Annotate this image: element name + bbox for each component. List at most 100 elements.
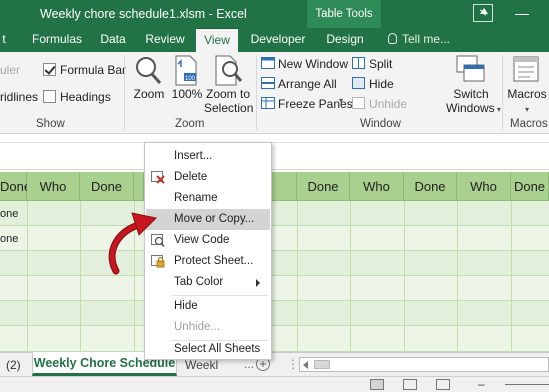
- menu-item-protect-sheet[interactable]: Protect Sheet...: [146, 251, 270, 272]
- zoom-to-selection-icon[interactable]: [214, 55, 244, 87]
- scroll-left-icon[interactable]: [303, 361, 308, 369]
- scrollbar-thumb[interactable]: [314, 360, 330, 369]
- macros-group-label: Macros: [510, 118, 548, 130]
- gridlines-label[interactable]: ridlines: [0, 90, 38, 104]
- tab-file-partial[interactable]: t: [0, 28, 8, 52]
- header-cell[interactable]: Done: [511, 172, 549, 201]
- new-window-button[interactable]: New Window: [278, 57, 348, 71]
- lightbulb-icon: [388, 33, 397, 44]
- zoom-magnifier-icon[interactable]: [133, 55, 163, 87]
- headings-checkbox[interactable]: [43, 90, 56, 103]
- show-group-label: Show: [36, 118, 65, 130]
- menu-item-label: Rename: [174, 192, 218, 204]
- menu-item-view-code[interactable]: View Code: [146, 230, 270, 251]
- page-layout-view-icon[interactable]: [403, 379, 417, 390]
- macros-label: Macros: [507, 87, 547, 101]
- split-icon[interactable]: [352, 57, 365, 69]
- sheet-count[interactable]: (2): [6, 358, 21, 372]
- status-bar: –: [0, 376, 549, 392]
- tell-me-search[interactable]: Tell me...: [388, 28, 450, 52]
- tab-developer[interactable]: Developer: [249, 28, 307, 52]
- menu-item-hide[interactable]: Hide: [146, 296, 270, 317]
- table-row[interactable]: one: [0, 201, 549, 226]
- tab-review[interactable]: Review: [143, 28, 187, 52]
- worksheet-grid[interactable]: Done Who Done Done Who Done Who Done one…: [0, 172, 549, 352]
- arrange-all-icon[interactable]: [261, 77, 275, 89]
- menu-item-rename[interactable]: Rename: [146, 188, 270, 209]
- zoom-to-selection-line1: Zoom to: [205, 87, 250, 101]
- table-row[interactable]: [0, 301, 549, 326]
- macros-button[interactable]: Macros ▾: [505, 87, 549, 117]
- hide-window-button[interactable]: Hide: [369, 77, 394, 91]
- zoom-to-selection-button[interactable]: Zoom to Selection: [204, 87, 253, 115]
- tab-data[interactable]: Data: [97, 28, 129, 52]
- gridline: [350, 201, 351, 352]
- tab-splitter-icon[interactable]: ⋮: [287, 357, 299, 371]
- delete-sheet-icon: [151, 171, 165, 184]
- header-cell[interactable]: Who: [27, 172, 80, 201]
- formula-bar-area: [0, 134, 549, 170]
- ribbon-tabs: t Formulas Data Review View Developer De…: [0, 28, 549, 52]
- formula-bar-checkbox[interactable]: [43, 63, 56, 76]
- zoom-slider[interactable]: [505, 384, 549, 385]
- menu-item-tab-color[interactable]: Tab Color: [146, 272, 270, 293]
- menu-item-delete[interactable]: Delete: [146, 167, 270, 188]
- freeze-panes-dropdown-icon[interactable]: ▾: [339, 96, 343, 105]
- unhide-window-button[interactable]: Unhide: [369, 97, 407, 111]
- split-button[interactable]: Split: [369, 57, 392, 71]
- menu-item-label: Insert...: [174, 150, 213, 162]
- minimize-button[interactable]: [515, 14, 529, 15]
- hundred-percent-button[interactable]: 100%: [170, 87, 204, 101]
- header-cell[interactable]: Who: [350, 172, 404, 201]
- switch-windows-button[interactable]: Switch Windows ▾: [446, 87, 501, 117]
- new-window-icon[interactable]: [261, 57, 275, 69]
- unhide-window-icon[interactable]: [352, 97, 365, 109]
- table-row[interactable]: [0, 326, 549, 352]
- sheet-tab-next[interactable]: Weekl: [185, 358, 243, 372]
- menu-item-unhide[interactable]: Unhide...: [146, 317, 270, 338]
- menu-item-move-or-copy[interactable]: Move or Copy...: [146, 209, 270, 230]
- ruler-checkbox-label[interactable]: uler: [0, 63, 20, 77]
- header-cell[interactable]: Done: [404, 172, 457, 201]
- macros-icon[interactable]: [512, 55, 542, 85]
- formula-bar-label[interactable]: Formula Bar: [60, 63, 126, 77]
- freeze-panes-icon[interactable]: [261, 97, 275, 109]
- window-title: Weekly chore schedule1.xlsm - Excel: [40, 7, 247, 21]
- menu-item-label: Tab Color: [174, 276, 224, 288]
- gridline: [297, 201, 298, 352]
- gridline: [511, 201, 512, 352]
- header-cell[interactable]: Who: [457, 172, 511, 201]
- row-label: one: [0, 208, 19, 220]
- sheet-tab-bar: (2) Weekly Chore Schedule Weekl ... + ⋮: [0, 352, 549, 376]
- tab-view[interactable]: View: [196, 28, 238, 52]
- zoom-button[interactable]: Zoom: [132, 87, 166, 101]
- tab-formulas[interactable]: Formulas: [28, 28, 86, 52]
- header-cell[interactable]: Done: [0, 172, 31, 201]
- table-row[interactable]: [0, 276, 549, 301]
- switch-windows-line1: Switch: [453, 87, 489, 101]
- menu-item-insert[interactable]: Insert...: [146, 146, 270, 167]
- switch-windows-icon[interactable]: [456, 55, 486, 85]
- tab-design[interactable]: Design: [325, 28, 365, 52]
- row-label: one: [0, 233, 19, 245]
- table-row[interactable]: one: [0, 226, 549, 251]
- zoom-group-label: Zoom: [175, 118, 205, 130]
- horizontal-scrollbar[interactable]: [299, 357, 549, 372]
- zoom-out-icon[interactable]: –: [478, 377, 485, 391]
- group-separator: [502, 55, 503, 130]
- header-cell[interactable]: Done: [297, 172, 350, 201]
- header-cell[interactable]: Done: [80, 172, 134, 201]
- arrange-all-button[interactable]: Arrange All: [278, 77, 337, 91]
- headings-label[interactable]: Headings: [60, 90, 111, 104]
- menu-item-select-all-sheets[interactable]: Select All Sheets: [146, 339, 270, 360]
- ribbon-display-options-icon[interactable]: [473, 4, 493, 22]
- hide-window-icon[interactable]: [352, 77, 365, 89]
- hundred-percent-icon[interactable]: 100: [173, 55, 199, 87]
- header-cell[interactable]: [270, 172, 297, 201]
- page-break-preview-icon[interactable]: [436, 379, 450, 390]
- table-row[interactable]: [0, 251, 549, 276]
- menu-item-label: Protect Sheet...: [174, 255, 254, 267]
- title-bar: Weekly chore schedule1.xlsm - Excel Tabl…: [0, 0, 549, 28]
- header-cell[interactable]: [134, 172, 144, 201]
- normal-view-icon[interactable]: [370, 379, 384, 390]
